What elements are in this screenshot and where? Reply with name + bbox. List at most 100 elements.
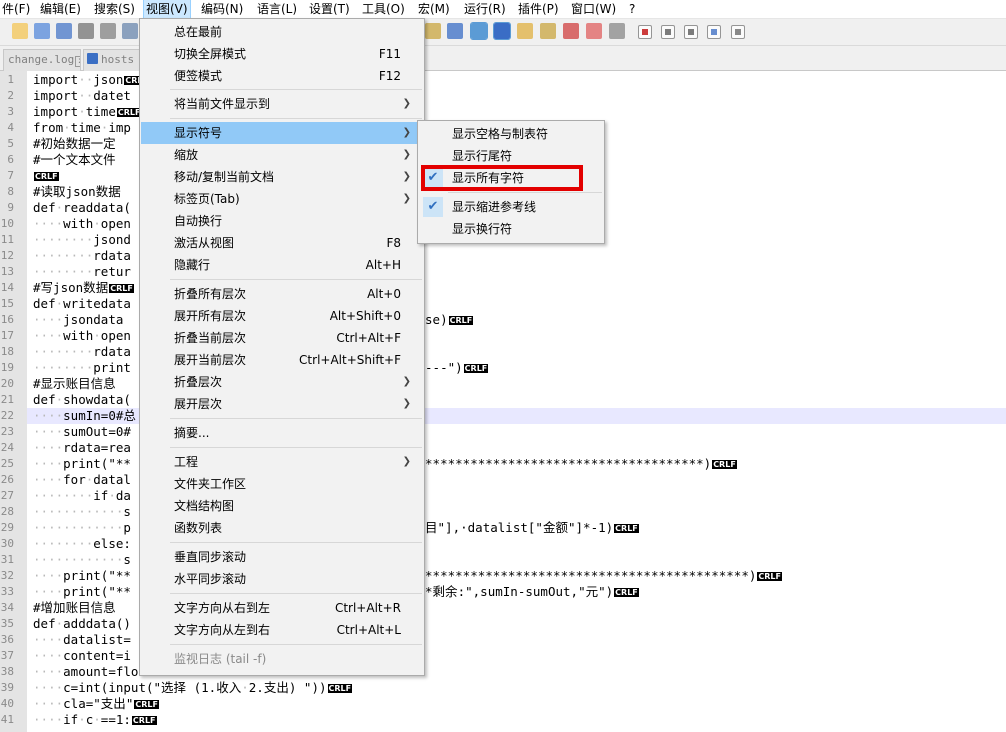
view-menu-item-19[interactable]: 文件夹工作区 (141, 473, 423, 495)
code-text: ····sumIn=0#总 (33, 408, 136, 423)
menu-item-label: 水平同步滚动 (174, 572, 247, 586)
symbols-item-3[interactable]: ✔ 显示缩进参考线 (419, 196, 603, 218)
view-menu-item-25[interactable]: 文字方向从左到右 Ctrl+Alt+L (141, 619, 423, 641)
menu-9[interactable]: 运行(R) (462, 0, 508, 18)
view-menu-item-5[interactable]: 缩放 ❯ (141, 144, 423, 166)
code-text: ····print("** (33, 568, 131, 583)
symbols-item-4[interactable]: 显示换行符 (419, 218, 603, 240)
symbols-item-1[interactable]: 显示行尾符 (419, 145, 603, 167)
toolbar-icon-r8[interactable] (609, 23, 625, 39)
menu-2[interactable]: 搜索(S) (92, 0, 137, 18)
menu-item-label: 将当前文件显示到 (174, 97, 271, 111)
view-menu-item-2[interactable]: 便签模式 F12 (141, 65, 423, 87)
line-number: 33 (0, 585, 14, 598)
view-menu-item-13[interactable]: 折叠当前层次 Ctrl+Alt+F (141, 327, 423, 349)
view-menu-item-15[interactable]: 折叠层次 ❯ (141, 371, 423, 393)
menu-item-label: 移动/复制当前文档 (174, 170, 275, 184)
view-menu-item-14[interactable]: 展开当前层次 Ctrl+Alt+Shift+F (141, 349, 423, 371)
fragment-text: se) (425, 312, 448, 327)
view-menu-item-20[interactable]: 文档结构图 (141, 495, 423, 517)
view-menu-item-9[interactable]: 激活从视图 F8 (141, 232, 423, 254)
view-menu-item-6[interactable]: 移动/复制当前文档 ❯ (141, 166, 423, 188)
view-menu-item-0[interactable]: 总在最前 (141, 21, 423, 43)
menu-5[interactable]: 语言(L) (255, 0, 299, 18)
toolbar-icon-r0[interactable] (425, 23, 441, 39)
line-number: 41 (0, 713, 14, 726)
code-text: ········print (33, 360, 131, 375)
toolbar-icon-r2[interactable] (470, 22, 488, 40)
toolbar-icon-r13[interactable] (731, 25, 745, 39)
menu-11[interactable]: 窗口(W) (569, 0, 618, 18)
toolbar-icon-0[interactable] (12, 23, 28, 39)
cr-mark: CR (132, 716, 145, 725)
view-menu-item-18[interactable]: 工程 ❯ (141, 451, 423, 473)
view-menu-item-12[interactable]: 展开所有层次 Alt+Shift+0 (141, 305, 423, 327)
menu-3[interactable]: 视图(V) (143, 0, 191, 19)
tab-hosts[interactable]: hosts (83, 49, 145, 71)
close-icon[interactable]: x (75, 56, 80, 67)
code-text: ····rdata=rea (33, 440, 131, 455)
toolbar-icon-r12[interactable] (707, 25, 721, 39)
view-menu-item-24[interactable]: 文字方向从右到左 Ctrl+Alt+R (141, 597, 423, 619)
view-menu-item-22[interactable]: 垂直同步滚动 (141, 546, 423, 568)
code-line: import··jsonCRLF (33, 72, 149, 88)
submenu-item-label: 显示空格与制表符 (452, 127, 549, 141)
view-menu-item-17[interactable]: 摘要... (141, 422, 423, 444)
toolbar-icon-r7[interactable] (586, 23, 602, 39)
toolbar-icon-r9[interactable] (638, 25, 652, 39)
code-line: #读取json数据 (33, 184, 121, 200)
lf-mark: LF (144, 716, 156, 725)
view-menu-item-21[interactable]: 函数列表 (141, 517, 423, 539)
menu-item-label: 自动换行 (174, 214, 223, 228)
symbols-item-0[interactable]: 显示空格与制表符 (419, 123, 603, 145)
menu-6[interactable]: 设置(T) (307, 0, 352, 18)
toolbar-icon-4[interactable] (100, 23, 116, 39)
crlf-marker: CRLF (448, 316, 474, 325)
toolbar-icon-r5[interactable] (540, 23, 556, 39)
line-number: 7 (7, 169, 14, 182)
code-line: ········if·da (33, 488, 131, 504)
code-text: ····content=i (33, 648, 131, 663)
toolbar-icon-r10[interactable] (661, 25, 675, 39)
toolbar-icon-2[interactable] (56, 23, 72, 39)
code-line: ····print("** (33, 584, 131, 600)
view-menu-item-3[interactable]: 将当前文件显示到 ❯ (141, 93, 423, 115)
code-text: ············p (33, 520, 131, 535)
view-menu-item-7[interactable]: 标签页(Tab) ❯ (141, 188, 423, 210)
toolbar-icon-5[interactable] (122, 23, 138, 39)
view-menu-item-1[interactable]: 切换全屏模式 F11 (141, 43, 423, 65)
lf-mark: LF (725, 460, 736, 469)
menu-10[interactable]: 插件(P) (516, 0, 561, 18)
toolbar-icon-r11[interactable] (684, 25, 698, 39)
cr-mark: CR (615, 524, 628, 533)
lf-mark: LF (627, 524, 638, 533)
tab-change-log[interactable]: change.logx (3, 49, 81, 71)
menu-8[interactable]: 宏(M) (416, 0, 452, 18)
cr-mark: CR (117, 108, 130, 117)
toolbar-icon-r3[interactable] (493, 22, 511, 40)
view-menu-item-16[interactable]: 展开层次 ❯ (141, 393, 423, 415)
lf-mark: LF (476, 364, 488, 373)
toolbar-icon-r4[interactable] (517, 23, 533, 39)
menu-7[interactable]: 工具(O) (360, 0, 407, 18)
toolbar-icon-r6[interactable] (563, 23, 579, 39)
toolbar-icon-3[interactable] (78, 23, 94, 39)
code-line: #写json数据 CRLF (33, 280, 134, 296)
crlf-marker: CRLF (327, 684, 353, 693)
menu-4[interactable]: 编码(N) (199, 0, 245, 18)
code-text: ····for·datal (33, 472, 131, 487)
view-menu-item-11[interactable]: 折叠所有层次 Alt+0 (141, 283, 423, 305)
view-menu-item-23[interactable]: 水平同步滚动 (141, 568, 423, 590)
view-menu-item-8[interactable]: 自动换行 (141, 210, 423, 232)
menu-item-label: 折叠当前层次 (174, 331, 247, 345)
menu-0[interactable]: 件(F) (0, 0, 32, 18)
menu-item-label: 切换全屏模式 (174, 47, 247, 61)
view-menu-item-10[interactable]: 隐藏行 Alt+H (141, 254, 423, 276)
crlf-marker: CRLF (116, 108, 142, 117)
menu-item-label: 展开所有层次 (174, 309, 247, 323)
view-menu-item-4[interactable]: 显示符号 ❯ (141, 122, 423, 144)
menu-1[interactable]: 编辑(E) (38, 0, 83, 18)
toolbar-icon-r1[interactable] (447, 23, 463, 39)
toolbar-icon-1[interactable] (34, 23, 50, 39)
menu-12[interactable]: ? (627, 0, 637, 18)
